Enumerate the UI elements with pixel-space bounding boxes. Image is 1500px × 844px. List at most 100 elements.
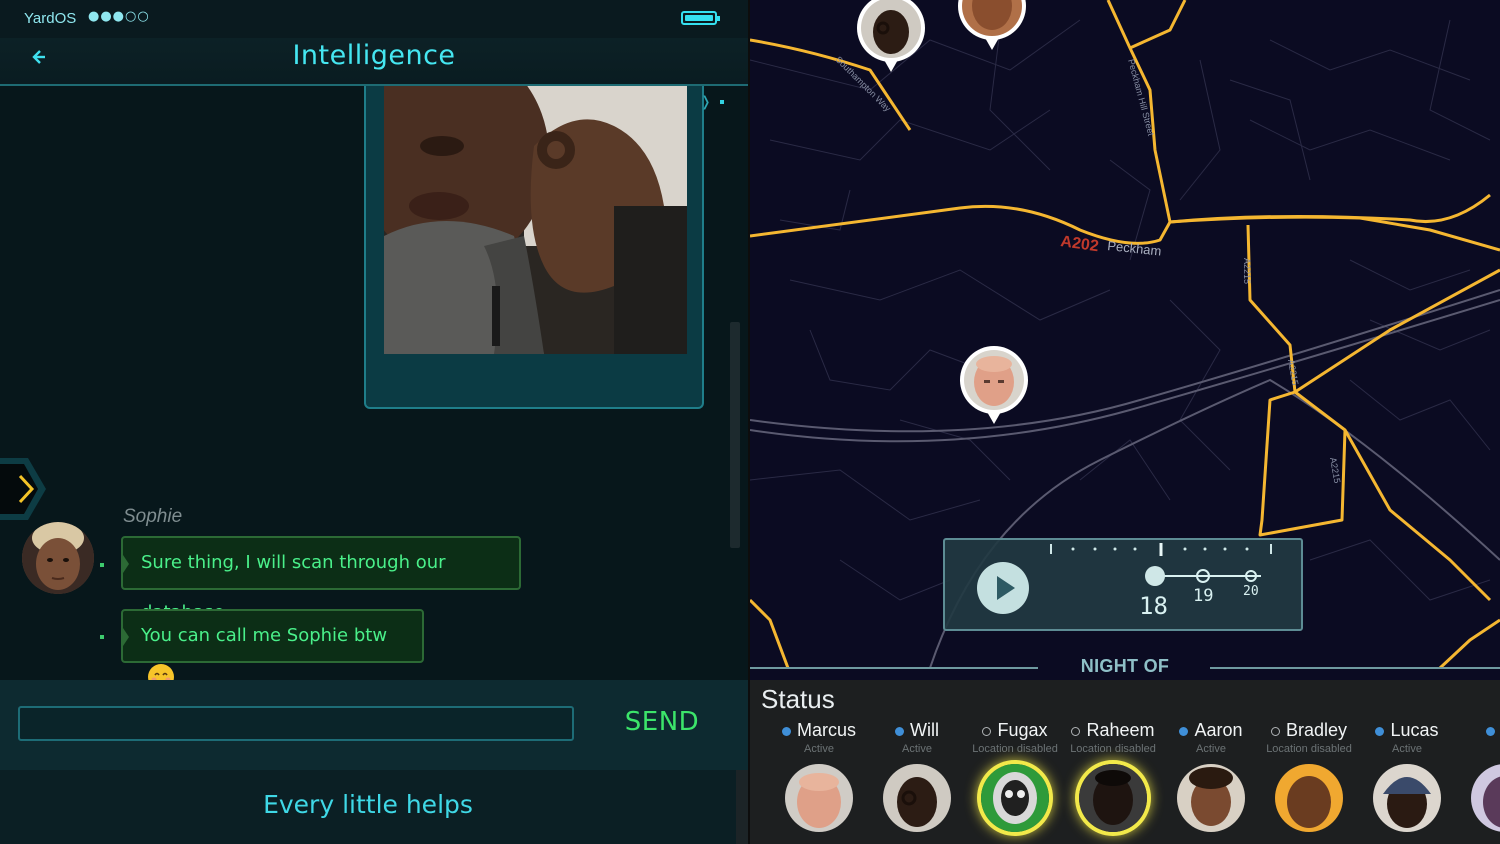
status-person[interactable]: Fugax Location disabled xyxy=(966,720,1064,844)
person-name-text: Raheem xyxy=(1086,720,1155,740)
card-bracket-icon: ❭ xyxy=(700,94,712,110)
app-header: Intelligence xyxy=(0,38,748,86)
person-name: Raheem xyxy=(1064,720,1162,741)
person-name-text: Lucas xyxy=(1390,720,1439,740)
chat-scrollbar[interactable] xyxy=(730,322,740,548)
person-name: Bradley xyxy=(1260,720,1358,741)
person-avatar[interactable] xyxy=(1275,764,1343,832)
person-status: A xyxy=(1456,743,1500,755)
status-dot-icon xyxy=(982,726,992,736)
timeline-ruler xyxy=(1050,543,1272,556)
map-pin-marcus[interactable] xyxy=(960,346,1028,426)
os-status-bar: YardOS ●●●○○ xyxy=(0,0,748,38)
status-person[interactable]: Aaron Active xyxy=(1162,720,1260,844)
person-name-text: Will xyxy=(910,720,939,740)
banner-rule xyxy=(1210,667,1500,669)
person-name: Fugax xyxy=(966,720,1064,741)
person-name-text: Fugax xyxy=(997,720,1048,740)
avatar-sophie-image xyxy=(22,522,94,594)
person-avatar[interactable] xyxy=(1471,764,1500,832)
person-name: Aaron xyxy=(1162,720,1260,741)
person-avatar-image xyxy=(883,764,951,832)
status-dot-icon xyxy=(1486,726,1496,736)
battery-icon xyxy=(681,11,720,25)
expand-drawer-tab[interactable] xyxy=(0,458,46,520)
pin-face-marcus xyxy=(964,350,1024,410)
person-name: Lucas xyxy=(1358,720,1456,741)
page-title: Intelligence xyxy=(292,40,456,71)
status-dot-icon xyxy=(895,726,904,736)
pin-face-will xyxy=(861,0,921,58)
status-dot-icon xyxy=(1179,726,1189,736)
person-avatar[interactable] xyxy=(883,764,951,832)
chat-bubble: Sure thing, I will scan through our data… xyxy=(121,536,521,623)
person-avatar[interactable] xyxy=(1177,764,1245,832)
compose-bar: SEND xyxy=(0,680,748,770)
person-avatar-image xyxy=(1079,764,1147,832)
map-pin-will[interactable] xyxy=(857,0,925,74)
status-title: Status xyxy=(761,684,835,714)
map-pin-aaron[interactable] xyxy=(958,0,1026,52)
os-name: YardOS xyxy=(24,10,77,27)
send-button[interactable]: SEND xyxy=(612,702,712,742)
person-status: Active xyxy=(1196,743,1226,755)
person-avatar[interactable] xyxy=(981,764,1049,832)
person-status: Active xyxy=(804,743,834,755)
person-name: Will xyxy=(868,720,966,741)
chat-app: YardOS ●●●○○ Intelligence ❭ Sophie Sure … xyxy=(0,0,748,844)
status-person[interactable]: Ke A xyxy=(1456,720,1500,844)
status-dot-icon xyxy=(1270,726,1280,736)
status-person[interactable]: Raheem Location disabled xyxy=(1064,720,1162,844)
person-avatar-image xyxy=(1275,764,1343,832)
message-input[interactable] xyxy=(18,706,574,741)
person-avatar-image xyxy=(981,764,1049,832)
street-label: A2215 xyxy=(1242,258,1252,284)
person-avatar-image xyxy=(785,764,853,832)
person-avatar-image xyxy=(1373,764,1441,832)
status-dot-icon xyxy=(1071,726,1081,736)
play-button[interactable] xyxy=(977,562,1029,614)
pin-avatar xyxy=(861,0,921,58)
person-status: Active xyxy=(902,743,932,755)
timeline-control: 18 19 20 xyxy=(943,538,1303,631)
message-marker xyxy=(100,563,104,567)
image-message[interactable] xyxy=(364,86,704,409)
shared-photo[interactable] xyxy=(384,86,687,354)
person-avatar[interactable] xyxy=(1079,764,1147,832)
signal-icon: ●●●○○ xyxy=(88,9,150,24)
status-person[interactable]: Bradley Location disabled xyxy=(1260,720,1358,844)
time-last: 20 xyxy=(1243,584,1259,599)
night-of-murder-banner: NIGHT OF MURDER xyxy=(750,656,1500,697)
time-current: 18 xyxy=(1139,592,1168,620)
pin-avatar xyxy=(964,350,1024,410)
banner-rule xyxy=(750,667,1038,669)
pin-face-aaron xyxy=(962,0,1022,36)
person-status: Location disabled xyxy=(972,743,1058,755)
person-name-text: Aaron xyxy=(1194,720,1243,740)
chat-bubble: You can call me Sophie btw xyxy=(121,609,424,690)
status-person[interactable]: Will Active xyxy=(868,720,966,844)
person-avatar[interactable] xyxy=(1373,764,1441,832)
person-name-text: Bradley xyxy=(1285,720,1348,740)
footer: Every little helps xyxy=(0,770,736,844)
person-avatar[interactable] xyxy=(785,764,853,832)
person-name: Ke xyxy=(1456,720,1500,741)
footer-scrollbar[interactable] xyxy=(736,770,748,844)
person-avatar-image xyxy=(1177,764,1245,832)
person-avatar-image xyxy=(1471,764,1500,832)
footer-tagline: Every little helps xyxy=(263,790,473,819)
message-marker xyxy=(100,635,104,639)
chat-messages[interactable]: ❭ Sophie Sure thing, I will scan through… xyxy=(0,86,748,690)
person-name: Marcus xyxy=(770,720,868,741)
time-next: 19 xyxy=(1193,586,1214,606)
pin-avatar xyxy=(962,0,1022,36)
person-name-text: Marcus xyxy=(796,720,856,740)
status-person[interactable]: Lucas Active xyxy=(1358,720,1456,844)
message-text: You can call me Sophie btw xyxy=(141,625,388,646)
avatar-sophie[interactable] xyxy=(22,522,94,594)
sender-name: Sophie xyxy=(123,506,183,527)
status-person[interactable]: Marcus Active xyxy=(770,720,868,844)
street-map[interactable]: A202 Peckham Southampton Way Peckham Hil… xyxy=(750,0,1500,670)
person-status: Location disabled xyxy=(1266,743,1352,755)
person-status: Location disabled xyxy=(1070,743,1156,755)
